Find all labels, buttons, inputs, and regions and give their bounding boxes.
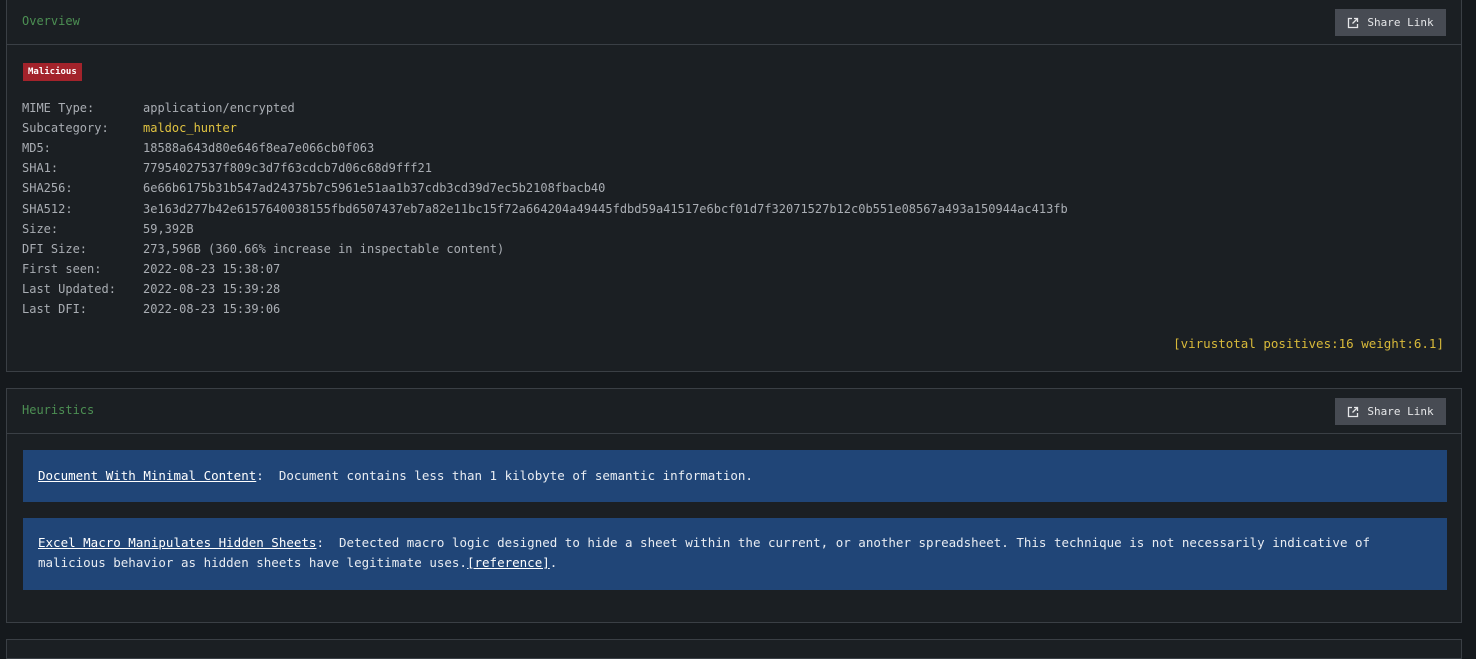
meta-key: SHA512: <box>22 201 73 216</box>
meta-key: Subcategory: <box>22 121 109 136</box>
meta-row-mime-type: MIME Type: application/encrypted <box>22 98 1068 118</box>
meta-key: Last Updated: <box>22 281 116 296</box>
heuristic-card: Document With Minimal Content: Document … <box>23 450 1447 502</box>
share-link-label: Share Link <box>1367 405 1434 418</box>
heuristics-panel: Heuristics Share Link Document With Mini… <box>6 388 1462 623</box>
subcategory-link[interactable]: maldoc_hunter <box>143 121 237 135</box>
malicious-badge: Malicious <box>23 63 82 81</box>
meta-key: DFI Size: <box>22 241 88 256</box>
meta-key: MIME Type: <box>22 101 95 116</box>
heuristic-separator: : <box>316 535 340 550</box>
reference-link[interactable]: [reference] <box>467 555 550 570</box>
meta-row-last-dfi: Last DFI: 2022-08-23 15:39:06 <box>22 299 1068 319</box>
meta-key: Size: <box>22 221 59 236</box>
meta-value: 2022-08-23 15:39:06 <box>143 301 281 316</box>
meta-value: 77954027537f809c3d7f63cdcb7d06c68d9fff21 <box>143 161 432 176</box>
heuristics-title: Heuristics <box>22 403 95 417</box>
external-link-icon <box>1347 17 1359 29</box>
meta-row-size: Size: 59,392B <box>22 219 1068 239</box>
meta-row-dfi-size: DFI Size: 273,596B (360.66% increase in … <box>22 239 1068 259</box>
share-link-label: Share Link <box>1367 16 1434 29</box>
heuristic-separator: : <box>256 468 279 483</box>
overview-header: Overview Share Link <box>7 0 1461 45</box>
file-metadata-list: MIME Type: application/encrypted Subcate… <box>22 98 1068 319</box>
heuristic-name-link[interactable]: Document With Minimal Content <box>38 468 256 483</box>
meta-value: 2022-08-23 15:39:28 <box>143 281 281 296</box>
meta-row-md5: MD5: 18588a643d80e646f8ea7e066cb0f063 <box>22 138 1068 158</box>
meta-value: 18588a643d80e646f8ea7e066cb0f063 <box>143 141 375 156</box>
meta-value: 273,596B (360.66% increase in inspectabl… <box>143 241 505 256</box>
meta-value: 59,392B <box>143 221 194 236</box>
meta-row-first-seen: First seen: 2022-08-23 15:38:07 <box>22 259 1068 279</box>
overview-title: Overview <box>22 14 80 28</box>
meta-value: application/encrypted <box>143 101 295 116</box>
external-link-icon <box>1347 406 1359 418</box>
meta-key: SHA1: <box>22 161 59 176</box>
heuristic-card: Excel Macro Manipulates Hidden Sheets: D… <box>23 518 1447 590</box>
heuristics-share-link-button[interactable]: Share Link <box>1335 398 1446 425</box>
meta-row-sha1: SHA1: 77954027537f809c3d7f63cdcb7d06c68d… <box>22 158 1068 178</box>
next-panel-edge <box>6 639 1462 659</box>
heuristic-trailing: . <box>549 555 558 570</box>
meta-key: MD5: <box>22 141 51 156</box>
meta-row-last-updated: Last Updated: 2022-08-23 15:39:28 <box>22 279 1068 299</box>
meta-key: SHA256: <box>22 181 73 196</box>
meta-value: 2022-08-23 15:38:07 <box>143 261 281 276</box>
meta-value: 6e66b6175b31b547ad24375b7c5961e51aa1b37c… <box>143 181 606 196</box>
heuristics-header: Heuristics Share Link <box>7 389 1461 434</box>
heuristic-name-link[interactable]: Excel Macro Manipulates Hidden Sheets <box>38 535 316 550</box>
overview-panel: Overview Share Link Malicious MIME Type:… <box>6 0 1462 372</box>
meta-value: 3e163d277b42e6157640038155fbd6507437eb7a… <box>143 201 1068 216</box>
meta-row-sha256: SHA256: 6e66b6175b31b547ad24375b7c5961e5… <box>22 178 1068 198</box>
meta-row-sha512: SHA512: 3e163d277b42e6157640038155fbd650… <box>22 198 1068 218</box>
meta-row-subcategory: Subcategory: maldoc_hunter <box>22 118 1068 138</box>
meta-key: First seen: <box>22 261 102 276</box>
heuristic-description: Document contains less than 1 kilobyte o… <box>278 468 753 483</box>
virustotal-summary: [virustotal positives:16 weight:6.1] <box>1173 336 1444 351</box>
meta-key: Last DFI: <box>22 301 88 316</box>
overview-share-link-button[interactable]: Share Link <box>1335 9 1446 36</box>
